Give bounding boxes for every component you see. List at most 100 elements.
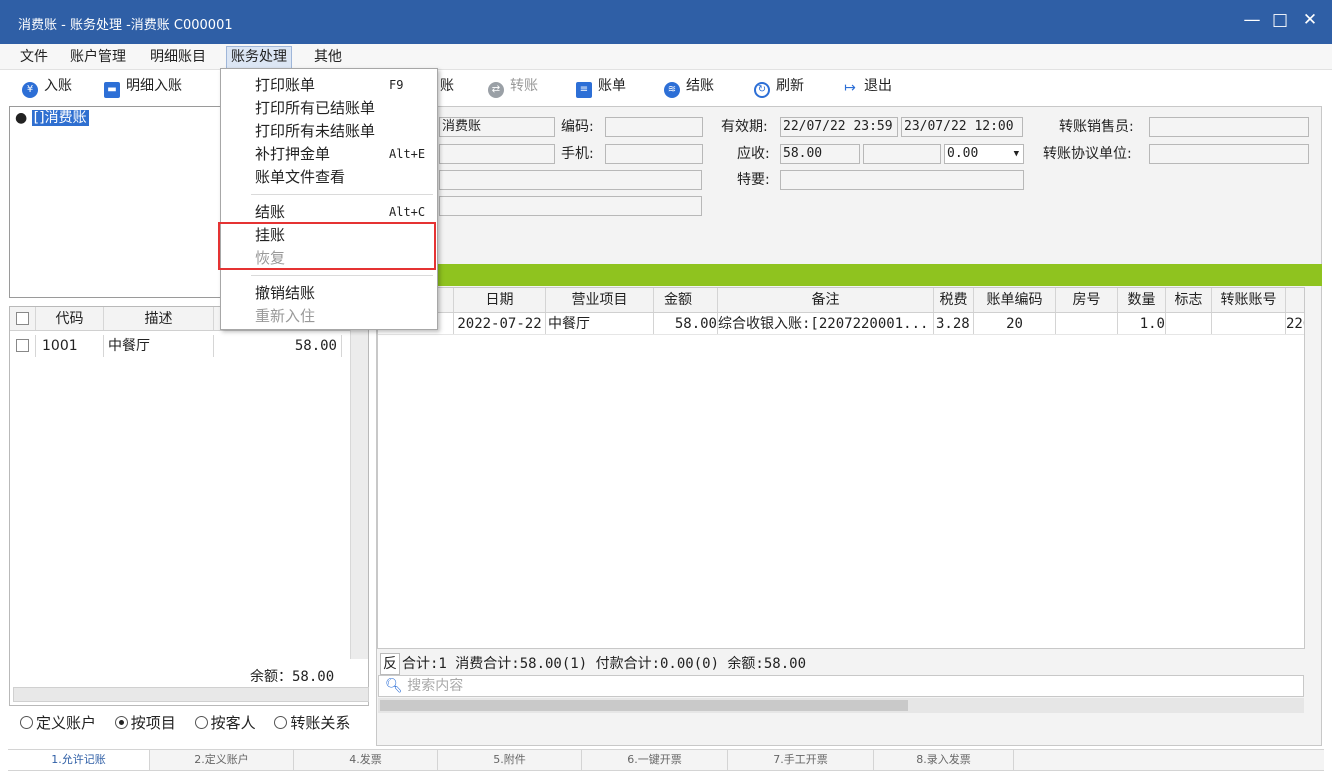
refresh-button[interactable]: ↻ 刷新 bbox=[754, 76, 804, 98]
exit-button[interactable]: ↦ 退出 bbox=[842, 76, 892, 96]
hang-label: 账 bbox=[440, 78, 454, 94]
field-4[interactable] bbox=[439, 196, 702, 216]
header-tax[interactable]: 税费 bbox=[934, 288, 974, 312]
bill-button[interactable]: ≡ 账单 bbox=[576, 76, 626, 98]
header-transfer[interactable]: 转账账号 bbox=[1212, 288, 1286, 312]
menu-file[interactable]: 文件 bbox=[16, 47, 52, 67]
minimize-button[interactable]: — bbox=[1240, 10, 1264, 30]
code-field[interactable] bbox=[605, 117, 703, 137]
radio-transfer-relation[interactable]: 转账关系 bbox=[274, 713, 350, 733]
menu-item-recheckin[interactable]: 重新入住 bbox=[255, 306, 315, 326]
header-code[interactable]: 代码 bbox=[36, 307, 104, 330]
search-input[interactable]: 🔍︎ 搜索内容 bbox=[378, 675, 1304, 697]
hang-account-button[interactable]: 账 bbox=[440, 76, 454, 96]
name-field[interactable]: 消费账 bbox=[439, 117, 555, 137]
tab-manual-invoice[interactable]: 7.手工开票 bbox=[728, 750, 874, 770]
header-checkbox[interactable] bbox=[10, 307, 36, 330]
transfer-button[interactable]: ⇄ 转账 bbox=[488, 76, 538, 98]
scroll-thumb[interactable] bbox=[380, 700, 908, 711]
horizontal-scrollbar[interactable] bbox=[378, 698, 1304, 713]
table-row[interactable]: 2022-07-22 中餐厅 58.00 综合收银入账:[2207220001.… bbox=[378, 313, 1304, 335]
checkin-label: 入账 bbox=[44, 78, 72, 94]
menu-accounting[interactable]: 账务处理 bbox=[226, 46, 292, 69]
menu-bar: 文件 账户管理 明细账目 账务处理 其他 bbox=[0, 44, 1332, 70]
row-qty: 1.0 bbox=[1118, 313, 1166, 334]
row-checkbox[interactable] bbox=[10, 335, 36, 357]
receivable-extra-field[interactable] bbox=[863, 144, 941, 164]
horizontal-scrollbar[interactable] bbox=[13, 687, 369, 702]
header-qty[interactable]: 数量 bbox=[1118, 288, 1166, 312]
row-transfer bbox=[1212, 313, 1286, 334]
transaction-grid: 日期 营业项目 金额 备注 税费 账单编码 房号 数量 标志 转账账号 2022… bbox=[377, 287, 1305, 649]
table-row[interactable]: 1001 中餐厅 58.00 bbox=[10, 335, 350, 357]
header-amount[interactable]: 金额 bbox=[654, 288, 718, 312]
radio-selected-icon bbox=[114, 716, 128, 729]
valid-label: 有效期: bbox=[721, 119, 768, 135]
header-room[interactable]: 房号 bbox=[1056, 288, 1118, 312]
discount-select[interactable]: 0.00 ▼ bbox=[944, 144, 1024, 164]
tab-define-account[interactable]: 2.定义账户 bbox=[150, 750, 294, 770]
settle-button[interactable]: ≋ 结账 bbox=[664, 76, 714, 98]
detail-checkin-button[interactable]: ▬ 明细入账 bbox=[104, 76, 182, 98]
menu-account-mgmt[interactable]: 账户管理 bbox=[66, 47, 130, 67]
menu-separator bbox=[251, 194, 433, 195]
radio-define-account[interactable]: 定义账户 bbox=[20, 713, 96, 733]
menu-item-bill-file-view[interactable]: 账单文件查看 bbox=[255, 167, 345, 187]
tab-allow-posting[interactable]: 1.允许记账 bbox=[8, 750, 150, 770]
tab-attachment[interactable]: 5.附件 bbox=[438, 750, 582, 770]
row-desc: 中餐厅 bbox=[104, 335, 214, 357]
accounting-dropdown-menu: 打印账单 F9 打印所有已结账单 打印所有未结账单 补打押金单 Alt+E 账单文件… bbox=[220, 68, 438, 330]
menu-separator bbox=[251, 275, 433, 276]
menu-item-settle[interactable]: 结账 Alt+C bbox=[255, 202, 425, 222]
menu-item-label: 打印账单 bbox=[255, 76, 316, 94]
radio-by-guest[interactable]: 按客人 bbox=[194, 713, 256, 733]
header-bill-code[interactable]: 账单编码 bbox=[974, 288, 1056, 312]
field-3[interactable] bbox=[439, 170, 702, 190]
menu-item-print-all-settled[interactable]: 打印所有已结账单 bbox=[255, 98, 375, 118]
menu-item-print-bill[interactable]: 打印账单 F9 bbox=[255, 75, 403, 95]
tree-item-consumption[interactable]: ● []消费账 I bbox=[15, 110, 224, 127]
valid-from-field[interactable]: 22/07/22 23:59 bbox=[780, 117, 898, 137]
row-room bbox=[1056, 313, 1118, 334]
tab-enter-invoice[interactable]: 8.录入发票 bbox=[874, 750, 1014, 770]
shortcut-label: F9 bbox=[389, 78, 404, 92]
header-flag[interactable]: 标志 bbox=[1166, 288, 1212, 312]
special-field[interactable] bbox=[780, 170, 1024, 190]
menu-detail[interactable]: 明细账目 bbox=[146, 47, 210, 67]
header-item[interactable]: 营业项目 bbox=[546, 288, 654, 312]
valid-to-field[interactable]: 23/07/22 12:00 bbox=[901, 117, 1023, 137]
bottom-tabs: 1.允许记账 2.定义账户 4.发票 5.附件 6.一键开票 7.手工开票 8.… bbox=[8, 749, 1324, 771]
transfer-sales-field[interactable] bbox=[1149, 117, 1309, 137]
field-2[interactable] bbox=[439, 144, 555, 164]
refresh-label: 刷新 bbox=[776, 78, 804, 94]
exit-label: 退出 bbox=[864, 78, 892, 94]
row-extra: 220 bbox=[1286, 316, 1304, 332]
receivable-field[interactable]: 58.00 bbox=[780, 144, 860, 164]
transfer-unit-label: 转账协议单位: bbox=[1043, 146, 1132, 162]
menu-item-cancel-settle[interactable]: 撤销结账 bbox=[255, 283, 315, 303]
tab-one-click-invoice[interactable]: 6.一键开票 bbox=[582, 750, 728, 770]
header-date[interactable]: 日期 bbox=[454, 288, 546, 312]
checkin-button[interactable]: ¥ 入账 bbox=[22, 76, 72, 98]
menu-item-reprint-deposit[interactable]: 补打押金单 Alt+E bbox=[255, 144, 425, 164]
radio-by-item[interactable]: 按项目 bbox=[114, 713, 176, 733]
maximize-button[interactable]: □ bbox=[1268, 10, 1292, 30]
special-label: 特要: bbox=[737, 172, 770, 188]
vertical-scrollbar[interactable] bbox=[350, 307, 368, 659]
header-desc[interactable]: 描述 bbox=[104, 307, 214, 330]
reverse-toggle[interactable]: 反 bbox=[380, 653, 400, 675]
phone-field[interactable] bbox=[605, 144, 703, 164]
window-title: 消费账 - 账务处理 -消费账 C000001 bbox=[18, 18, 233, 33]
left-balance: 余额：58.00 bbox=[250, 669, 335, 685]
tab-invoice[interactable]: 4.发票 bbox=[294, 750, 438, 770]
menu-other[interactable]: 其他 bbox=[310, 47, 346, 67]
row-amount: 58.00 bbox=[214, 335, 342, 357]
monitor-icon: ▬ bbox=[104, 82, 120, 98]
refresh-icon: ↻ bbox=[754, 82, 770, 98]
close-button[interactable]: ✕ bbox=[1298, 10, 1322, 30]
menu-item-print-all-unsettled[interactable]: 打印所有未结账单 bbox=[255, 121, 375, 141]
transfer-label: 转账 bbox=[510, 78, 538, 94]
transfer-unit-field[interactable] bbox=[1149, 144, 1309, 164]
header-note[interactable]: 备注 bbox=[718, 288, 934, 312]
checkbox-icon bbox=[16, 312, 29, 325]
